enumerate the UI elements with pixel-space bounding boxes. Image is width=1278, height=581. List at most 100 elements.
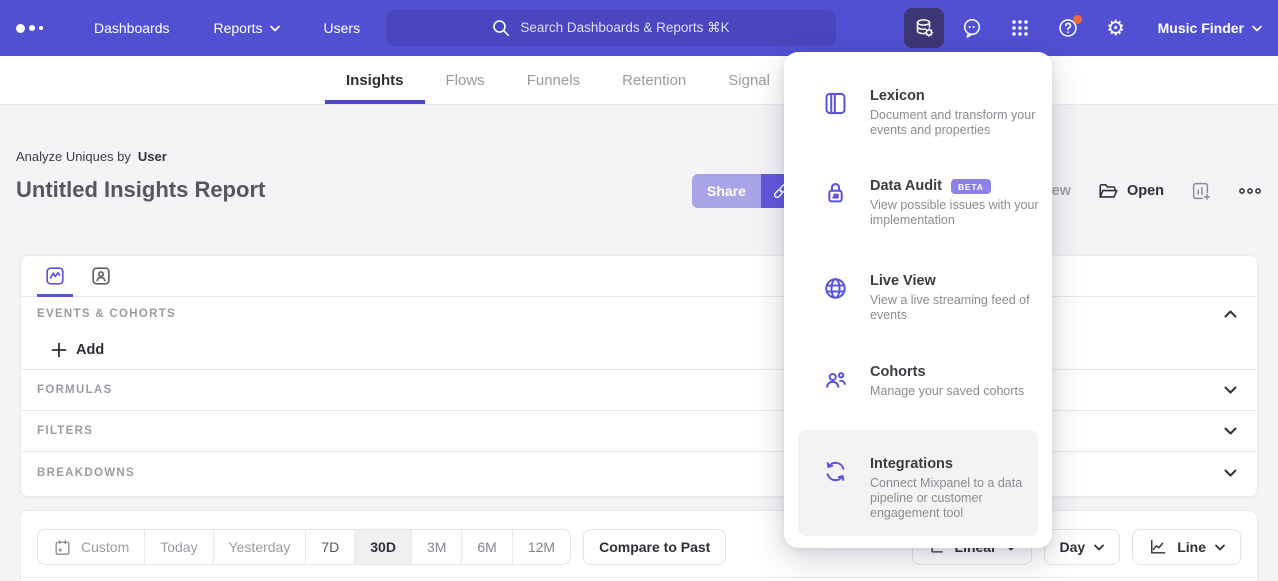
report-tabbar: Insights Flows Funnels Retention Signal … [0,56,1278,105]
range-7d[interactable]: 7D [306,530,355,564]
item-title: Lexicon [870,88,925,104]
range-today[interactable]: Today [145,530,213,564]
popover-item-text: Cohorts Manage your saved cohorts [870,364,1052,399]
popover-item-integrations[interactable]: Integrations Connect Mixpanel to a data … [798,430,1038,536]
header-actions: New Open [1041,176,1262,206]
tab-funnels[interactable]: Funnels [506,56,601,104]
card-divider [21,577,1257,578]
search-placeholder: Search Dashboards & Reports ⌘K [520,20,729,36]
tab-signal[interactable]: Signal [707,56,791,104]
plus-icon [51,342,67,358]
cohorts-icon [822,364,850,399]
item-description: View possible issues with your implement… [870,198,1052,228]
formulas-section-header[interactable]: FORMULAS [21,370,1257,411]
analyze-line: Analyze Uniques by User [16,149,167,164]
more-menu-button[interactable] [1238,187,1262,195]
chevron-up-icon[interactable] [1224,310,1237,318]
chevron-down-icon[interactable] [1224,427,1237,435]
tab-retention[interactable]: Retention [601,56,707,104]
compare-to-past-button[interactable]: Compare to Past [583,529,726,565]
item-title: Live View [870,273,936,289]
open-label: Open [1127,183,1164,199]
more-icon [1238,187,1262,195]
nav-right-group: ⚙ Music Finder [904,8,1262,48]
data-audit-icon [822,178,850,228]
date-range-segmented-control: Custom Today Yesterday 7D 30D 3M 6M 12M [37,529,571,565]
help-button[interactable] [1048,8,1088,48]
chart-type-dropdown[interactable]: Line [1132,529,1241,565]
chart-controls-card: Custom Today Yesterday 7D 30D 3M 6M 12M … [20,510,1258,581]
popover-item-text: Live View View a live streaming feed of … [870,273,1052,323]
notification-dot [1073,15,1082,24]
range-6m[interactable]: 6M [462,530,512,564]
item-description: Manage your saved cohorts [870,384,1052,399]
range-yesterday[interactable]: Yesterday [214,530,307,564]
report-title[interactable]: Untitled Insights Report [16,177,265,203]
section-label: EVENTS & COHORTS [37,308,176,320]
analyze-prefix: Analyze Uniques by [16,149,131,164]
mixpanel-logo[interactable] [16,24,64,33]
profile-icon [90,265,112,287]
nav-items: Dashboards Reports Users [94,20,360,36]
query-builder-card: EVENTS & COHORTS Add FORMULAS FILTERS BR… [20,255,1258,497]
add-to-board-button[interactable] [1190,180,1212,202]
range-custom[interactable]: Custom [38,530,145,564]
share-button[interactable]: Share [692,174,761,208]
chevron-down-icon [1252,25,1262,32]
project-name: Music Finder [1158,20,1244,36]
item-description: Document and transform your events and p… [870,108,1052,138]
range-30d[interactable]: 30D [355,530,412,564]
range-3m[interactable]: 3M [412,530,462,564]
popover-item-cohorts[interactable]: Cohorts Manage your saved cohorts [822,364,1036,399]
date-controls-row: Custom Today Yesterday 7D 30D 3M 6M 12M … [37,529,1241,565]
range-12m[interactable]: 12M [513,530,570,564]
search-input[interactable]: Search Dashboards & Reports ⌘K [386,10,836,46]
item-description: Connect Mixpanel to a data pipeline or c… [870,476,1052,521]
item-title: Data Audit [870,178,942,194]
database-gear-icon [912,16,936,40]
analyze-entity[interactable]: User [138,149,167,164]
section-label: FORMULAS [37,384,113,396]
chevron-down-icon [270,25,280,32]
query-view-tabs [21,256,1257,297]
popover-item-text: Lexicon Document and transform your even… [870,88,1052,138]
section-label: FILTERS [37,425,93,437]
popover-item-live-view[interactable]: Live View View a live streaming feed of … [822,273,1036,323]
popover-item-text: Integrations Connect Mixpanel to a data … [870,456,1052,536]
add-event-button[interactable]: Add [51,342,104,358]
filters-section-header[interactable]: FILTERS [21,411,1257,452]
search-icon [492,19,510,37]
calendar-icon [53,538,72,557]
add-label: Add [76,342,104,358]
chevron-down-icon[interactable] [1224,386,1237,394]
item-title: Integrations [870,456,953,472]
top-navigation-bar: Dashboards Reports Users Search Dashboar… [0,0,1278,56]
tab-insights[interactable]: Insights [325,56,425,104]
chevron-down-icon[interactable] [1224,469,1237,477]
chevron-down-icon [1215,544,1225,551]
section-label: BREAKDOWNS [37,467,135,479]
metrics-view-tab[interactable] [37,256,73,296]
popover-item-data-audit[interactable]: Data Audit BETA View possible issues wit… [822,178,1036,228]
chevron-down-icon [1094,544,1104,551]
popover-item-text: Data Audit BETA View possible issues wit… [870,178,1052,228]
feedback-button[interactable] [952,8,992,48]
globe-icon [822,273,850,323]
item-description: View a live streaming feed of events [870,293,1052,323]
profiles-view-tab[interactable] [83,256,119,296]
events-cohorts-section-header[interactable]: EVENTS & COHORTS [21,297,1257,330]
lexicon-icon [822,88,850,138]
nav-users[interactable]: Users [324,20,361,36]
settings-button[interactable]: ⚙ [1096,8,1136,48]
data-management-button[interactable] [904,8,944,48]
tab-flows[interactable]: Flows [425,56,506,104]
breakdowns-section-header[interactable]: BREAKDOWNS [21,452,1257,494]
popover-item-lexicon[interactable]: Lexicon Document and transform your even… [822,88,1036,138]
nav-dashboards[interactable]: Dashboards [94,20,170,36]
apps-grid-button[interactable] [1000,8,1040,48]
nav-reports[interactable]: Reports [214,20,280,36]
grid-icon [1008,16,1032,40]
open-report-button[interactable]: Open [1097,180,1164,202]
interval-dropdown[interactable]: Day [1044,529,1121,565]
project-switcher[interactable]: Music Finder [1158,20,1262,36]
